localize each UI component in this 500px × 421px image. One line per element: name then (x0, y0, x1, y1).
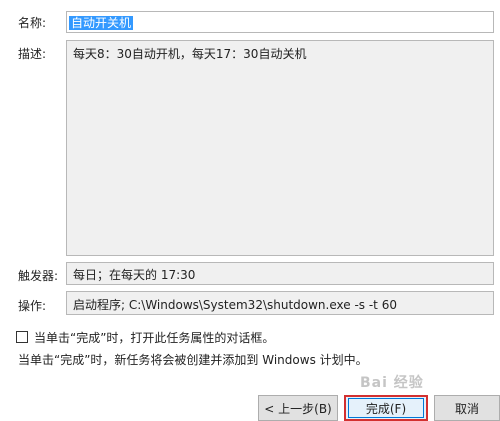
trigger-field: 每日；在每天的 17:30 (66, 262, 494, 285)
action-label: 操作: (18, 299, 47, 313)
name-value: 自动开关机 (69, 16, 134, 30)
description-label: 描述: (18, 47, 47, 61)
finish-button[interactable]: 完成(F) (344, 395, 428, 421)
finish-button-label: 完成(F) (348, 398, 424, 418)
info-text: 当单击“完成”时，新任务将会被创建并添加到 Windows 计划中。 (18, 353, 368, 367)
description-value: 每天8：30自动开机，每天17：30自动关机 (73, 47, 307, 61)
open-properties-checkbox[interactable] (16, 331, 28, 343)
action-field: 启动程序; C:\Windows\System32\shutdown.exe -… (66, 291, 494, 315)
description-field: 每天8：30自动开机，每天17：30自动关机 (66, 40, 494, 256)
open-properties-label[interactable]: 当单击“完成”时，打开此任务属性的对话框。 (34, 329, 274, 346)
back-button[interactable]: < 上一步(B) (258, 395, 338, 421)
name-label: 名称: (18, 16, 47, 30)
watermark: Bai 经验 (360, 375, 424, 391)
trigger-label: 触发器: (18, 269, 59, 283)
trigger-value: 每日；在每天的 17:30 (73, 268, 196, 282)
action-value: 启动程序; C:\Windows\System32\shutdown.exe -… (73, 298, 397, 312)
cancel-button[interactable]: 取消 (434, 395, 500, 421)
name-field[interactable]: 自动开关机 (66, 11, 494, 33)
